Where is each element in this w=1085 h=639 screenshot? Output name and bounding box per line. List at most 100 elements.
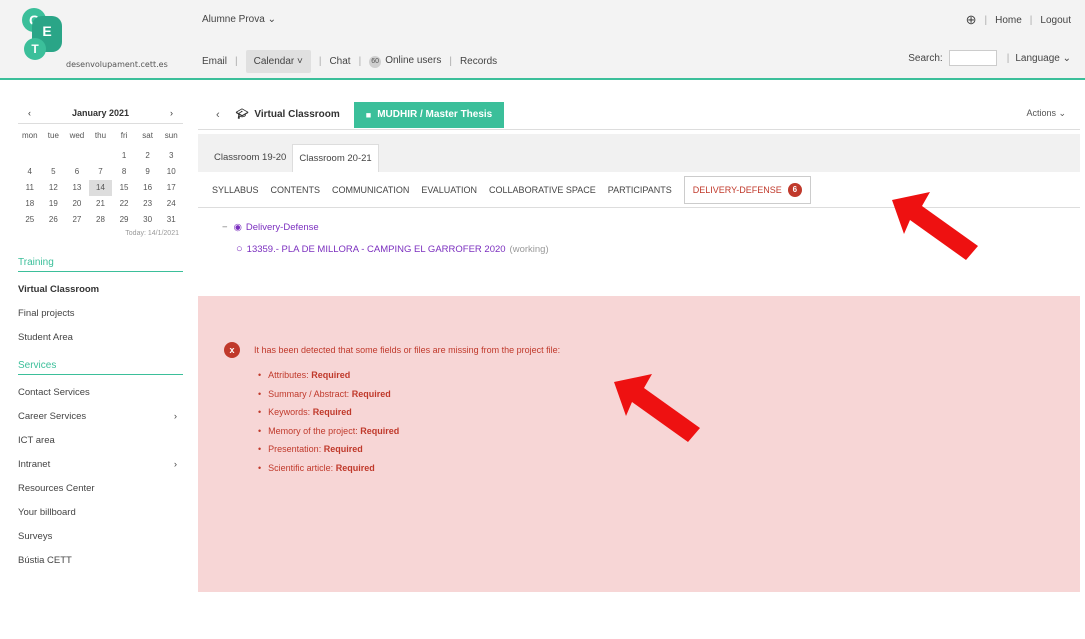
- calendar-day[interactable]: 21: [89, 196, 113, 212]
- add-circle-icon[interactable]: ⊕: [966, 12, 977, 28]
- calendar-day[interactable]: 20: [65, 196, 89, 212]
- nav-records[interactable]: Records: [460, 56, 497, 67]
- calendar-day[interactable]: 17: [159, 180, 183, 196]
- actions-menu[interactable]: Actions ⌄: [1026, 108, 1066, 119]
- calendar-header: ‹ January 2021 ›: [18, 102, 183, 124]
- services-section-title: Services: [18, 360, 183, 375]
- tab-communication[interactable]: COMMUNICATION: [332, 185, 409, 195]
- missing-field-name: Memory of the project:: [268, 425, 358, 436]
- calendar-day[interactable]: 2: [136, 148, 160, 164]
- sidebar-item-service[interactable]: Your billboard: [18, 501, 183, 525]
- calendar-day[interactable]: 4: [18, 164, 42, 180]
- calendar-day[interactable]: 29: [112, 212, 136, 228]
- tab-participants[interactable]: PARTICIPANTS: [608, 185, 672, 195]
- collapse-icon[interactable]: −: [222, 222, 228, 233]
- calendar-day[interactable]: 15: [112, 180, 136, 196]
- calendar-day[interactable]: 9: [136, 164, 160, 180]
- nav-separator: |: [449, 56, 452, 67]
- calendar-day[interactable]: 31: [159, 212, 183, 228]
- calendar-day[interactable]: 30: [136, 212, 160, 228]
- calendar-weekday: tue: [47, 131, 59, 140]
- tree-folder-label: Delivery-Defense: [245, 222, 319, 233]
- sidebar-item-virtual-classroom[interactable]: Virtual Classroom: [18, 278, 183, 302]
- nav-online-users[interactable]: 60 Online users: [369, 55, 441, 68]
- missing-field-status: Required: [335, 462, 375, 473]
- sidebar-item-service[interactable]: ICT area: [18, 429, 183, 453]
- nav-calendar[interactable]: Calendar ˅: [245, 50, 311, 73]
- sidebar-item-service[interactable]: Surveys: [18, 525, 183, 549]
- calendar-day[interactable]: 3: [159, 148, 183, 164]
- calendar-day[interactable]: 6: [65, 164, 89, 180]
- calendar-day[interactable]: 1: [112, 148, 136, 164]
- calendar-day[interactable]: 11: [18, 180, 42, 196]
- calendar-day[interactable]: 13: [65, 180, 89, 196]
- user-menu[interactable]: Alumne Prova ⌄: [202, 14, 276, 25]
- sidebar-item-label: Student Area: [18, 332, 73, 343]
- calendar-next-icon[interactable]: ›: [170, 108, 173, 118]
- breadcrumb-master-thesis[interactable]: ■ MUDHIR / Master Thesis: [353, 101, 505, 128]
- nav-chat[interactable]: Chat: [329, 56, 350, 67]
- breadcrumb-virtual-classroom[interactable]: 🎓︎ Virtual Classroom: [236, 109, 340, 120]
- breadcrumb-thesis-label: MUDHIR / Master Thesis: [377, 108, 493, 120]
- calendar-day[interactable]: 28: [89, 212, 113, 228]
- tab-delivery-defense[interactable]: DELIVERY-DEFENSE 6: [683, 175, 811, 204]
- search-input[interactable]: [948, 50, 997, 66]
- tab-syllabus[interactable]: SYLLABUS: [212, 185, 259, 195]
- sidebar-item-service[interactable]: Career Services ›: [18, 405, 183, 429]
- calendar-weekday: sat: [142, 131, 153, 140]
- calendar-day[interactable]: 5: [42, 164, 66, 180]
- calendar-day[interactable]: 23: [136, 196, 160, 212]
- sidebar-item-final-projects[interactable]: Final projects: [18, 302, 183, 326]
- nav-email[interactable]: Email: [202, 56, 227, 67]
- chevron-right-icon: ›: [173, 411, 177, 422]
- home-link[interactable]: Home: [995, 15, 1022, 26]
- calendar-day[interactable]: 27: [65, 212, 89, 228]
- logo-domain: desenvolupament.cett.es: [66, 60, 168, 69]
- delivery-count-badge: 6: [787, 182, 802, 197]
- calendar-weekday: sun: [164, 131, 178, 140]
- calendar-day[interactable]: 7: [89, 164, 113, 180]
- language-menu[interactable]: Language ⌄: [1015, 53, 1071, 64]
- back-chevron-icon[interactable]: ‹: [216, 109, 220, 121]
- calendar-weekday: thu: [94, 131, 107, 140]
- tab-classroom-19-20[interactable]: Classroom 19-20: [208, 144, 292, 172]
- nav-online-users-label: Online users: [385, 55, 442, 66]
- error-x-icon: x: [224, 342, 240, 358]
- sidebar-item-label: Virtual Classroom: [18, 284, 100, 295]
- calendar-weekday: fri: [120, 131, 128, 140]
- book-icon: ■: [365, 109, 372, 120]
- calendar-day[interactable]: 25: [18, 212, 42, 228]
- calendar-day[interactable]: 18: [18, 196, 42, 212]
- chevron-down-icon: ⌄: [1059, 52, 1071, 64]
- sidebar-item-service[interactable]: Intranet ›: [18, 453, 183, 477]
- tab-evaluation[interactable]: EVALUATION: [421, 185, 477, 195]
- tab-contents[interactable]: CONTENTS: [271, 185, 321, 195]
- sidebar-item-service[interactable]: Bústia CETT: [18, 549, 183, 573]
- sidebar-item-service[interactable]: Contact Services: [18, 381, 183, 405]
- calendar-weekday: wed: [69, 131, 85, 140]
- calendar-day[interactable]: 14: [88, 180, 113, 196]
- sidebar-item-label: Bústia CETT: [18, 555, 72, 566]
- calendar-day[interactable]: 26: [42, 212, 66, 228]
- calendar-prev-icon[interactable]: ‹: [28, 108, 31, 118]
- calendar-day[interactable]: 22: [112, 196, 136, 212]
- tab-classroom-20-21[interactable]: Classroom 20-21: [292, 144, 379, 172]
- cett-logo[interactable]: C E T desenvolupament.cett.es: [22, 8, 182, 70]
- sidebar: ‹ January 2021 › mon tue wed thu fri sat sun 1…: [18, 102, 183, 573]
- tab-collaborative-space[interactable]: COLLABORATIVE SPACE: [489, 185, 596, 195]
- calendar-day[interactable]: 8: [112, 164, 136, 180]
- logout-link[interactable]: Logout: [1040, 15, 1071, 26]
- top-nav: Email | Calendar ˅ | Chat | 60 Online use…: [202, 50, 497, 73]
- calendar-day[interactable]: 10: [159, 164, 183, 180]
- missing-field-status: Required: [312, 407, 352, 417]
- calendar-day[interactable]: 19: [42, 196, 66, 212]
- services-list: Contact Services Career Services › ICT area…: [18, 381, 183, 573]
- red-arrow-icon: [892, 192, 978, 260]
- calendar-day[interactable]: 16: [136, 180, 160, 196]
- online-count-badge: 60: [369, 56, 382, 68]
- calendar-day[interactable]: 12: [42, 180, 66, 196]
- calendar-day[interactable]: 24: [159, 196, 183, 212]
- sidebar-item-service[interactable]: Resources Center: [18, 477, 183, 501]
- missing-field-name: Presentation:: [268, 444, 322, 454]
- sidebar-item-student-area[interactable]: Student Area: [18, 326, 183, 350]
